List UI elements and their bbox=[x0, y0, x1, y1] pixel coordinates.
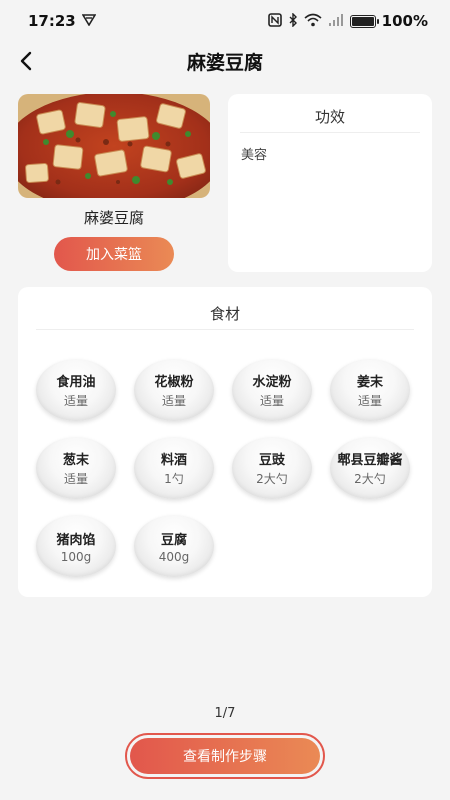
ingredient-amount: 适量 bbox=[63, 472, 88, 486]
ingredient-name: 水淀粉 bbox=[252, 375, 292, 390]
ingredient-item: 郫县豆瓣酱 2大勺 bbox=[330, 437, 410, 499]
ingredient-item: 猪肉馅 100g bbox=[36, 515, 116, 577]
status-left: 17:23 bbox=[28, 12, 97, 30]
ingredients-card: 食材 食用油 适量 花椒粉 适量 水淀粉 适量 姜末 适量 葱末 适量 料酒 1… bbox=[18, 287, 432, 597]
ingredient-item: 料酒 1勺 bbox=[134, 437, 214, 499]
ingredient-amount: 100g bbox=[60, 549, 92, 564]
ingredient-name: 料酒 bbox=[160, 453, 187, 468]
ingredients-grid: 食用油 适量 花椒粉 适量 水淀粉 适量 姜末 适量 葱末 适量 料酒 1勺 豆… bbox=[36, 359, 416, 593]
ingredient-name: 食用油 bbox=[56, 375, 96, 390]
divider bbox=[240, 132, 420, 133]
ingredient-amount: 2大勺 bbox=[256, 472, 288, 486]
bluetooth-icon bbox=[288, 11, 298, 30]
notification-icon bbox=[81, 13, 97, 29]
ingredient-name: 葱末 bbox=[62, 453, 89, 468]
ingredients-title: 食材 bbox=[209, 305, 240, 323]
ingredient-amount: 2大勺 bbox=[354, 472, 386, 486]
status-bar: 17:23 100% bbox=[0, 0, 450, 42]
divider bbox=[36, 329, 414, 330]
ingredient-item: 葱末 适量 bbox=[36, 437, 116, 499]
ingredient-name: 猪肉馅 bbox=[56, 532, 96, 548]
add-to-basket-button[interactable]: 加入菜篮 bbox=[54, 237, 174, 271]
view-steps-button[interactable]: 查看制作步骤 bbox=[130, 738, 320, 774]
page-indicator: 1/7 bbox=[214, 706, 236, 721]
ingredient-item: 水淀粉 适量 bbox=[232, 359, 312, 421]
ingredient-item: 豆豉 2大勺 bbox=[232, 437, 312, 499]
status-time: 17:23 bbox=[28, 12, 76, 30]
battery-level: 100% bbox=[381, 12, 428, 30]
steps-button-frame: 查看制作步骤 bbox=[125, 733, 325, 779]
nfc-icon bbox=[267, 12, 282, 30]
effect-card: 功效 美容 bbox=[228, 94, 432, 272]
ingredient-name: 豆豉 bbox=[258, 453, 285, 468]
ingredient-name: 郫县豆瓣酱 bbox=[337, 453, 403, 468]
ingredient-amount: 1勺 bbox=[164, 472, 184, 486]
ingredient-amount: 适量 bbox=[259, 394, 284, 408]
page-title: 麻婆豆腐 bbox=[186, 52, 263, 74]
ingredient-item: 花椒粉 适量 bbox=[134, 359, 214, 421]
ingredient-item: 豆腐 400g bbox=[134, 515, 214, 577]
dish-name: 麻婆豆腐 bbox=[83, 209, 144, 227]
signal-icon bbox=[328, 13, 344, 30]
effect-text: 美容 bbox=[241, 148, 268, 163]
dish-photo bbox=[18, 94, 210, 198]
ingredient-amount: 适量 bbox=[357, 394, 382, 408]
header: 麻婆豆腐 bbox=[0, 42, 450, 80]
ingredient-amount: 适量 bbox=[161, 394, 186, 408]
effect-title: 功效 bbox=[314, 108, 345, 126]
status-right: 100% bbox=[267, 11, 428, 30]
ingredient-name: 姜末 bbox=[356, 375, 383, 390]
ingredient-amount: 适量 bbox=[63, 394, 88, 408]
ingredient-item: 食用油 适量 bbox=[36, 359, 116, 421]
ingredient-name: 花椒粉 bbox=[154, 375, 194, 390]
battery-icon bbox=[349, 14, 379, 28]
ingredient-amount: 400g bbox=[158, 549, 190, 564]
ingredient-item: 姜末 适量 bbox=[330, 359, 410, 421]
ingredient-name: 豆腐 bbox=[160, 532, 187, 548]
wifi-icon bbox=[304, 13, 322, 30]
